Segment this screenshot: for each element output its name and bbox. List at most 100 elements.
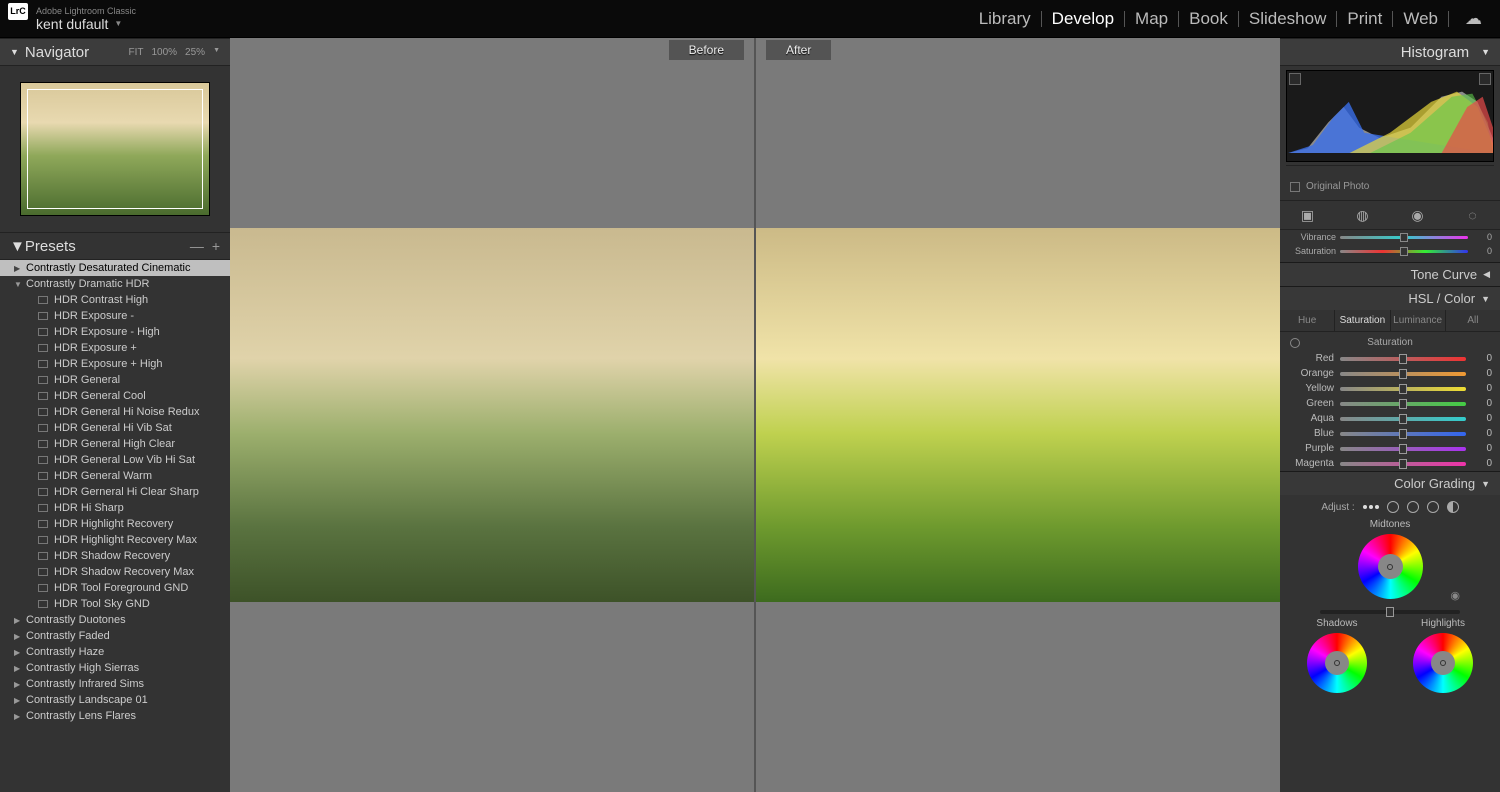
preset-folder[interactable]: ▶Contrastly Landscape 01 xyxy=(0,692,230,708)
preset-item[interactable]: HDR General Hi Noise Redux xyxy=(0,404,230,420)
module-library[interactable]: Library xyxy=(969,9,1041,29)
preset-item[interactable]: HDR Shadow Recovery xyxy=(0,548,230,564)
preset-item[interactable]: HDR General Warm xyxy=(0,468,230,484)
histogram-display[interactable] xyxy=(1286,70,1494,162)
saturation-slider[interactable]: Saturation 0 xyxy=(1288,244,1492,258)
cg-view-global-icon[interactable] xyxy=(1447,501,1459,513)
hsl-tab-all[interactable]: All xyxy=(1446,310,1500,331)
preset-item[interactable]: HDR Hi Sharp xyxy=(0,500,230,516)
chevron-down-icon: ▼ xyxy=(10,47,19,57)
redeye-tool-icon[interactable]: ◉ xyxy=(1410,207,1426,223)
original-photo-toggle[interactable]: Original Photo xyxy=(1280,177,1500,196)
preset-folder[interactable]: ▶Contrastly Duotones xyxy=(0,612,230,628)
crop-tool-icon[interactable]: ▣ xyxy=(1300,207,1316,223)
mask-tool-icon[interactable]: ◌ xyxy=(1465,207,1481,223)
preset-remove-icon[interactable]: — xyxy=(190,238,204,254)
nav-zoom-fit[interactable]: FIT xyxy=(128,47,143,58)
hsl-tab-hue[interactable]: Hue xyxy=(1280,310,1334,331)
hsl-green-slider[interactable]: Green0 xyxy=(1288,396,1492,411)
preset-add-icon[interactable]: + xyxy=(212,238,220,254)
preset-item[interactable]: HDR Contrast High xyxy=(0,292,230,308)
image-compare-view[interactable]: Before After xyxy=(230,38,1280,792)
preset-folder[interactable]: ▼Contrastly Dramatic HDR xyxy=(0,276,230,292)
tone-curve-header[interactable]: Tone Curve ◀ xyxy=(1280,262,1500,286)
module-map[interactable]: Map xyxy=(1125,9,1178,29)
hsl-subtitle: Saturation xyxy=(1280,332,1500,351)
module-book[interactable]: Book xyxy=(1179,9,1238,29)
chevron-down-icon[interactable]: ▼ xyxy=(213,47,220,58)
cloud-sync-icon[interactable]: ☁ xyxy=(1455,9,1492,29)
preset-item[interactable]: HDR Gerneral Hi Clear Sharp xyxy=(0,484,230,500)
preset-item[interactable]: HDR General Low Vib Hi Sat xyxy=(0,452,230,468)
after-pane: After xyxy=(754,38,1280,792)
hsl-aqua-slider[interactable]: Aqua0 xyxy=(1288,411,1492,426)
cg-view-3way-icon[interactable] xyxy=(1363,505,1379,509)
preset-folder[interactable]: ▶Contrastly Haze xyxy=(0,644,230,660)
histogram-header[interactable]: Histogram ▼ xyxy=(1280,38,1500,66)
chevron-down-icon: ▼ xyxy=(1481,294,1490,304)
preset-item[interactable]: HDR Exposure + xyxy=(0,340,230,356)
cg-view-shadows-icon[interactable] xyxy=(1387,501,1399,513)
hsl-magenta-slider[interactable]: Magenta0 xyxy=(1288,456,1492,471)
preset-item[interactable]: HDR Tool Sky GND xyxy=(0,596,230,612)
chevron-down-icon: ▼ xyxy=(10,238,25,255)
preset-folder[interactable]: ▶Contrastly Desaturated Cinematic xyxy=(0,260,230,276)
hsl-slider-group: Red0Orange0Yellow0Green0Aqua0Blue0Purple… xyxy=(1280,351,1500,471)
hsl-red-slider[interactable]: Red0 xyxy=(1288,351,1492,366)
preset-item[interactable]: HDR Highlight Recovery Max xyxy=(0,532,230,548)
preset-thumb-icon xyxy=(38,296,48,304)
preset-item[interactable]: HDR Exposure + High xyxy=(0,356,230,372)
chevron-right-icon: ▶ xyxy=(14,712,26,721)
hsl-tab-luminance[interactable]: Luminance xyxy=(1391,310,1445,331)
shadows-color-wheel[interactable] xyxy=(1307,633,1367,693)
preset-item[interactable]: HDR Exposure - xyxy=(0,308,230,324)
cg-view-highlights-icon[interactable] xyxy=(1427,501,1439,513)
preset-folder[interactable]: ▶Contrastly Lens Flares xyxy=(0,708,230,724)
hsl-yellow-slider[interactable]: Yellow0 xyxy=(1288,381,1492,396)
preset-item[interactable]: HDR General xyxy=(0,372,230,388)
module-slideshow[interactable]: Slideshow xyxy=(1239,9,1337,29)
cg-midtones-group: Midtones ◉ xyxy=(1280,519,1500,618)
preset-item[interactable]: HDR General Hi Vib Sat xyxy=(0,420,230,436)
hsl-tab-saturation[interactable]: Saturation xyxy=(1335,310,1389,331)
module-web[interactable]: Web xyxy=(1393,9,1448,29)
preset-item[interactable]: HDR Shadow Recovery Max xyxy=(0,564,230,580)
preset-thumb-icon xyxy=(38,536,48,544)
hsl-orange-slider[interactable]: Orange0 xyxy=(1288,366,1492,381)
preset-thumb-icon xyxy=(38,360,48,368)
module-print[interactable]: Print xyxy=(1337,9,1392,29)
preset-item[interactable]: HDR Exposure - High xyxy=(0,324,230,340)
chevron-right-icon: ▶ xyxy=(14,696,26,705)
hsl-purple-slider[interactable]: Purple0 xyxy=(1288,441,1492,456)
vibrance-slider[interactable]: Vibrance 0 xyxy=(1288,230,1492,244)
heal-tool-icon[interactable]: ◍ xyxy=(1355,207,1371,223)
preset-folder[interactable]: ▶Contrastly Infrared Sims xyxy=(0,676,230,692)
preset-folder[interactable]: ▶Contrastly Faded xyxy=(0,628,230,644)
cg-shadows-group: Shadows xyxy=(1284,618,1390,697)
navigator-header[interactable]: ▼ Navigator FIT 100% 25% ▼ xyxy=(0,38,230,66)
target-adjust-icon[interactable] xyxy=(1290,338,1300,348)
cg-view-midtones-icon[interactable] xyxy=(1407,501,1419,513)
nav-zoom-level[interactable]: 25% xyxy=(185,47,205,58)
preset-folder[interactable]: ▶Contrastly High Sierras xyxy=(0,660,230,676)
preset-thumb-icon xyxy=(38,584,48,592)
navigator-thumbnail[interactable] xyxy=(20,82,210,216)
hsl-header[interactable]: HSL / Color ▼ xyxy=(1280,286,1500,310)
app-title: Adobe Lightroom Classic xyxy=(36,6,136,16)
module-develop[interactable]: Develop xyxy=(1042,9,1124,29)
preset-item[interactable]: HDR General High Clear xyxy=(0,436,230,452)
chevron-right-icon: ▶ xyxy=(14,616,26,625)
hsl-blue-slider[interactable]: Blue0 xyxy=(1288,426,1492,441)
midtones-color-wheel[interactable] xyxy=(1358,534,1423,599)
nav-zoom-100[interactable]: 100% xyxy=(151,47,177,58)
preset-item[interactable]: HDR Tool Foreground GND xyxy=(0,580,230,596)
identity-plate[interactable]: kent dufault ▼ xyxy=(36,16,136,32)
highlights-color-wheel[interactable] xyxy=(1413,633,1473,693)
midtones-luminance-slider[interactable] xyxy=(1320,610,1460,614)
presets-header[interactable]: ▼ Presets — + xyxy=(0,232,230,260)
preset-thumb-icon xyxy=(38,344,48,352)
preset-item[interactable]: HDR Highlight Recovery xyxy=(0,516,230,532)
preset-item[interactable]: HDR General Cool xyxy=(0,388,230,404)
preset-thumb-icon xyxy=(38,424,48,432)
color-grading-header[interactable]: Color Grading ▼ xyxy=(1280,471,1500,495)
